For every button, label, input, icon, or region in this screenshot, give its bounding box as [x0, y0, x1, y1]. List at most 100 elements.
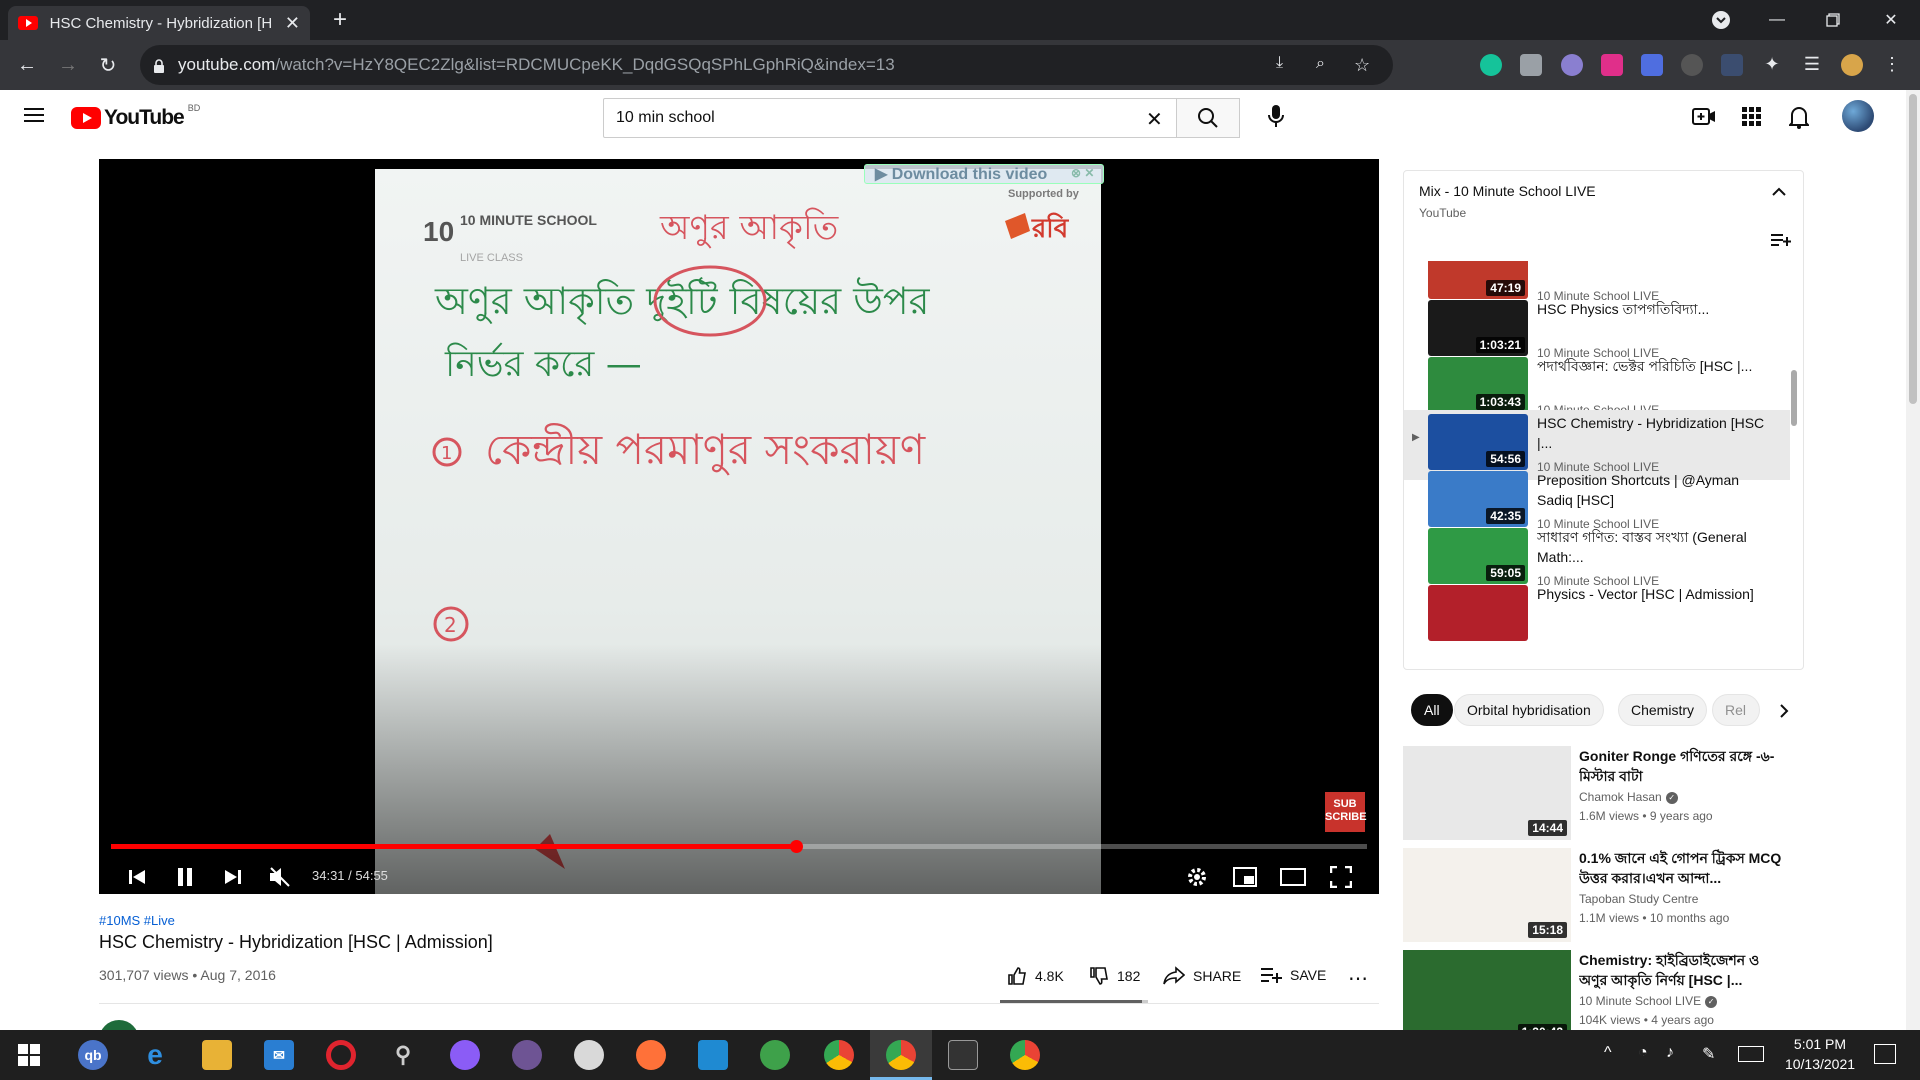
tray-chevron-icon[interactable]: ^: [1604, 1044, 1612, 1062]
playlist-scrollbar[interactable]: [1791, 370, 1797, 426]
globe-app-icon[interactable]: [760, 1040, 790, 1070]
windows-start-icon[interactable]: [18, 1044, 40, 1066]
dislike-button[interactable]: 182: [1089, 966, 1140, 986]
paint-app-icon[interactable]: [574, 1040, 604, 1070]
system-clock[interactable]: 5:01 PM 10/13/2021: [1780, 1034, 1860, 1074]
profile-avatar-icon[interactable]: [1841, 54, 1863, 76]
forward-icon[interactable]: →: [56, 53, 80, 77]
recommended-channel[interactable]: 10 Minute School LIVE ✓: [1579, 994, 1718, 1008]
chrome-active-icon[interactable]: [886, 1040, 916, 1070]
recommended-channel[interactable]: Tapoban Study Centre: [1579, 892, 1698, 906]
miniplayer-button[interactable]: [1227, 859, 1263, 894]
downloader-icon[interactable]: [1641, 54, 1663, 76]
restore-icon[interactable]: [1810, 0, 1856, 40]
recommended-video[interactable]: 15:18 0.1% জানে এই গোপন ট্রিকস MCQ উত্তর …: [1403, 848, 1803, 942]
more-actions-icon[interactable]: ⋯: [1348, 966, 1368, 991]
create-video-icon[interactable]: [1692, 106, 1716, 128]
camera-extension-icon[interactable]: [1520, 54, 1542, 76]
filter-chip[interactable]: All: [1411, 694, 1453, 726]
download-video-bar[interactable]: ▶ Download this video ⊗ ✕: [864, 164, 1104, 184]
extension-globe-icon[interactable]: [1561, 54, 1583, 76]
save-button[interactable]: SAVE: [1260, 966, 1326, 984]
page-scrollbar[interactable]: [1906, 90, 1920, 1030]
address-bar[interactable]: youtube.com/watch?v=HzY8QEC2Zlg&list=RDC…: [140, 45, 1393, 85]
mail-icon[interactable]: ✉: [264, 1040, 294, 1070]
progress-scrubber[interactable]: [789, 840, 803, 853]
zoom-icon[interactable]: ⌕: [1316, 55, 1325, 73]
extension-flag-icon[interactable]: [1601, 54, 1623, 76]
fullscreen-button[interactable]: [1323, 859, 1359, 894]
download-close-icon[interactable]: ⊗ ✕: [1071, 166, 1094, 180]
playlist-title[interactable]: Mix - 10 Minute School LIVE: [1419, 183, 1596, 199]
qbittorrent-icon[interactable]: qb: [78, 1040, 108, 1070]
keyboard-icon[interactable]: [1738, 1046, 1764, 1062]
pause-button[interactable]: [167, 859, 203, 894]
recommended-channel[interactable]: Chamok Hasan ✓: [1579, 790, 1678, 804]
new-tab-button[interactable]: +: [326, 6, 354, 34]
back-icon[interactable]: ←: [15, 53, 39, 77]
apps-grid-icon[interactable]: [1742, 107, 1762, 127]
terminal-icon[interactable]: [948, 1040, 978, 1070]
collapse-playlist-icon[interactable]: [1772, 187, 1786, 197]
notifications-center-icon[interactable]: [1874, 1044, 1896, 1064]
wifi-icon[interactable]: ◔: [1638, 1044, 1648, 1062]
like-button[interactable]: 4.8K: [1007, 966, 1064, 986]
recommended-title[interactable]: 0.1% জানে এই গোপন ট্রিকস MCQ উত্তর করার।…: [1579, 848, 1789, 888]
messenger-icon[interactable]: [450, 1040, 480, 1070]
chrome-icon[interactable]: [824, 1040, 854, 1070]
recommended-title[interactable]: Chemistry: হাইব্রিডাইজেশন ও অণুর আকৃতি ন…: [1579, 950, 1789, 990]
vscode-icon[interactable]: [698, 1040, 728, 1070]
reload-icon[interactable]: ↻: [96, 53, 120, 77]
github-icon[interactable]: [512, 1040, 542, 1070]
page-scrollbar-thumb[interactable]: [1909, 94, 1917, 404]
theater-mode-button[interactable]: [1275, 859, 1311, 894]
browser-tab[interactable]: HSC Chemistry - Hybridization [H ✕: [8, 6, 310, 40]
satellite-app-icon[interactable]: ⚲: [388, 1040, 418, 1070]
progress-bar[interactable]: [111, 840, 1367, 853]
filter-chip[interactable]: Orbital hybridisation: [1454, 694, 1604, 726]
grammarly-icon[interactable]: [1480, 54, 1502, 76]
chips-next-icon[interactable]: [1772, 699, 1796, 723]
extensions-puzzle-icon[interactable]: ✦: [1761, 54, 1783, 76]
file-explorer-icon[interactable]: [202, 1040, 232, 1070]
subscribe-watermark[interactable]: SUB SCRIBE: [1325, 792, 1367, 832]
mute-button[interactable]: [262, 859, 298, 894]
minimize-icon[interactable]: —: [1754, 0, 1800, 40]
share-button[interactable]: SHARE: [1163, 966, 1241, 986]
close-window-icon[interactable]: ✕: [1868, 0, 1914, 40]
edge-icon[interactable]: e: [140, 1039, 170, 1070]
reading-list-icon[interactable]: ☰: [1801, 54, 1823, 76]
recommended-thumbnail[interactable]: 15:18: [1403, 848, 1571, 942]
video-player[interactable]: 10 10 MINUTE SCHOOL LIVE CLASS Supported…: [99, 159, 1379, 894]
playlist-save-icon[interactable]: [1770, 233, 1792, 247]
extension-circle-icon[interactable]: [1681, 54, 1703, 76]
next-button[interactable]: [215, 859, 251, 894]
filter-chip[interactable]: Rel: [1712, 694, 1760, 726]
pen-icon[interactable]: ✎: [1702, 1044, 1715, 1064]
firefox-icon[interactable]: [636, 1040, 666, 1070]
extension-pen-icon[interactable]: [1721, 54, 1743, 76]
playlist-item[interactable]: Physics - Vector [HSC | Admission]: [1404, 581, 1790, 651]
browser-menu-icon[interactable]: ⋮: [1881, 54, 1903, 76]
volume-icon[interactable]: ♪: [1666, 1044, 1674, 1062]
search-input[interactable]: [616, 109, 1136, 127]
youtube-logo[interactable]: YouTube BD: [71, 103, 200, 130]
filter-chip[interactable]: Chemistry: [1618, 694, 1708, 726]
bookmark-star-icon[interactable]: ☆: [1354, 55, 1370, 76]
notifications-bell-icon[interactable]: [1789, 105, 1809, 129]
settings-button[interactable]: [1179, 859, 1215, 894]
opera-icon[interactable]: [326, 1040, 356, 1070]
recommended-title[interactable]: Goniter Ronge গণিতের রঙ্গে -৬- মিস্টার ব…: [1579, 746, 1789, 786]
tab-search-icon[interactable]: [1712, 11, 1730, 29]
voice-search-button[interactable]: [1258, 104, 1294, 132]
recommended-thumbnail[interactable]: 14:44: [1403, 746, 1571, 840]
tab-close-icon[interactable]: ✕: [285, 13, 300, 34]
clear-search-icon[interactable]: ✕: [1146, 107, 1163, 132]
account-avatar[interactable]: [1842, 100, 1874, 132]
install-icon[interactable]: ⤓: [1276, 54, 1283, 72]
hamburger-menu-icon[interactable]: [24, 106, 46, 124]
chrome-profile-icon[interactable]: [1010, 1040, 1040, 1070]
previous-button[interactable]: [119, 859, 155, 894]
video-hashtags[interactable]: #10MS #Live: [99, 913, 175, 928]
search-button[interactable]: [1176, 98, 1240, 138]
